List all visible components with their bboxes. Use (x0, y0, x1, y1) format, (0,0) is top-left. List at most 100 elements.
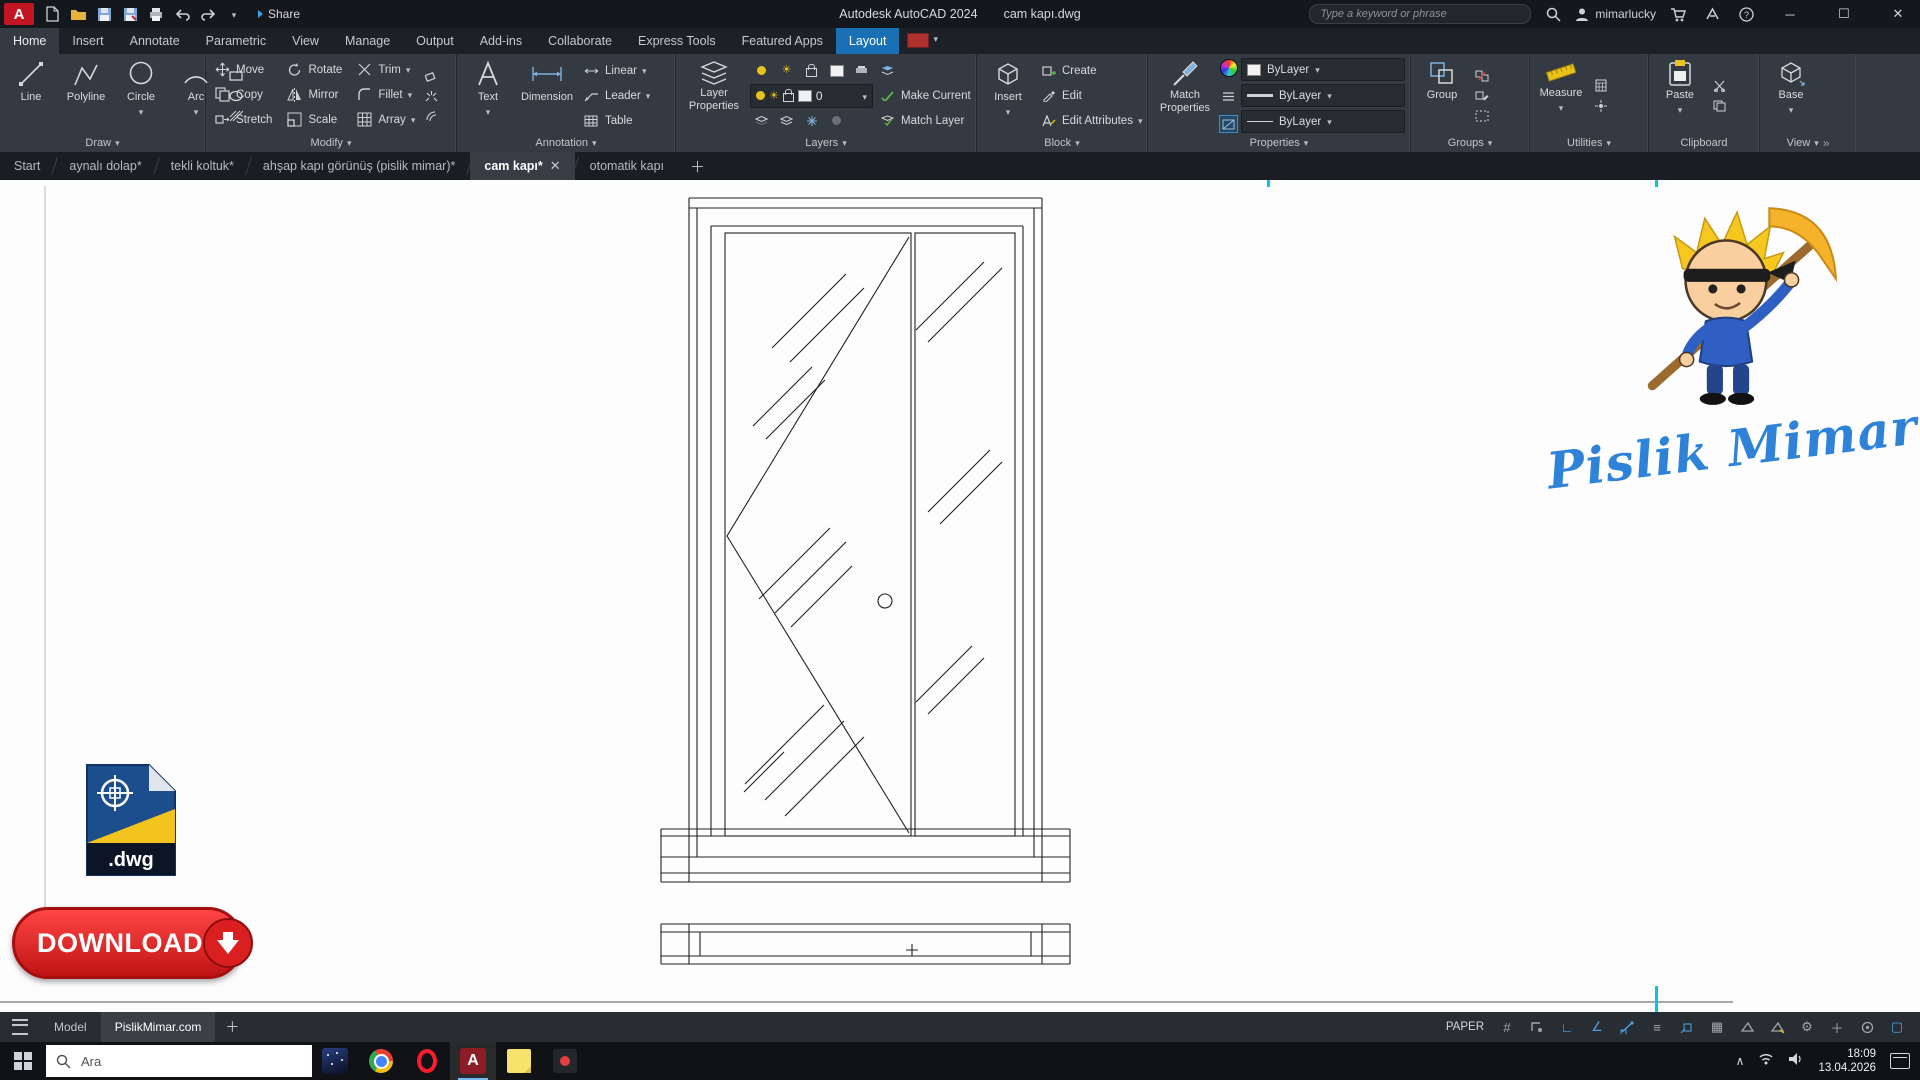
panel-label-block[interactable]: Block (977, 134, 1147, 152)
polyline-button[interactable]: Polyline (60, 57, 112, 134)
linear-button[interactable]: Linear (580, 58, 653, 83)
ribbon-tab-parametric[interactable]: Parametric (193, 28, 279, 54)
ribbon-tab-collaborate[interactable]: Collaborate (535, 28, 625, 54)
layer-color-icon[interactable] (828, 63, 845, 79)
circle-dropdown-caret[interactable] (139, 106, 144, 119)
cut-icon[interactable] (1711, 78, 1728, 94)
layer-unisolate-icon[interactable] (778, 113, 795, 129)
offset-tool-icon[interactable] (423, 108, 440, 124)
dimension-button[interactable]: Dimension (517, 57, 577, 134)
redo-icon[interactable] (196, 3, 220, 25)
autocad-app-logo-icon[interactable]: A (4, 3, 34, 25)
insert-button[interactable]: Insert (982, 57, 1034, 134)
match-properties-button[interactable]: Match Properties (1153, 57, 1217, 134)
workspace-gear-icon[interactable]: ⚙ (1798, 1018, 1816, 1036)
create-block-button[interactable]: Create (1037, 58, 1146, 83)
qat-dropdown-caret-icon[interactable] (222, 3, 246, 25)
panel-label-utilities[interactable]: Utilities (1530, 134, 1648, 152)
quick-calc-icon[interactable] (1592, 78, 1609, 94)
ribbon-tab-manage[interactable]: Manage (332, 28, 403, 54)
ribbon-tab-express-tools[interactable]: Express Tools (625, 28, 729, 54)
autodesk-access-icon[interactable] (1700, 3, 1724, 25)
rotate-button[interactable]: Rotate (283, 57, 345, 82)
file-tab-otomatik-kapi[interactable]: otomatik kapı (576, 152, 678, 180)
line-button[interactable]: Line (5, 57, 57, 134)
maximize-button[interactable]: ☐ (1822, 0, 1866, 28)
color-dropdown[interactable]: ByLayer (1241, 58, 1405, 81)
explode-tool-icon[interactable] (423, 88, 440, 104)
clean-screen-icon[interactable]: ▢ (1888, 1018, 1906, 1036)
snap-icon[interactable] (1528, 1018, 1546, 1036)
copy-clip-icon[interactable] (1711, 98, 1728, 114)
linetype-dropdown[interactable]: ByLayer (1241, 110, 1405, 133)
layer-freeze-all-icon[interactable] (803, 113, 820, 129)
save-icon[interactable] (92, 3, 116, 25)
ribbon-minimize-caret-icon[interactable] (933, 29, 938, 47)
move-button[interactable]: Move (211, 57, 275, 82)
ribbon-tab-layout[interactable]: Layout (836, 28, 900, 54)
file-tab-aynali-dolap[interactable]: aynalı dolap* (55, 152, 155, 180)
taskbar-search-input[interactable] (79, 1053, 283, 1070)
circle-button[interactable]: Circle (115, 57, 167, 134)
properties-list-icon[interactable] (1220, 89, 1237, 105)
panel-label-layers[interactable]: Layers (676, 134, 976, 152)
grid-icon[interactable]: # (1498, 1018, 1516, 1036)
panel-label-clipboard[interactable]: Clipboard (1649, 134, 1759, 152)
color-wheel-icon[interactable] (1220, 59, 1238, 77)
open-folder-icon[interactable] (66, 3, 90, 25)
edit-attributes-button[interactable]: Edit Attributes (1037, 108, 1146, 133)
autoscale-icon[interactable] (1768, 1018, 1786, 1036)
annotation-plus-icon[interactable]: ＋ (1828, 1018, 1846, 1036)
panel-label-modify[interactable]: Modify (206, 134, 456, 152)
keyword-search-input[interactable] (1309, 4, 1531, 24)
save-as-icon[interactable] (118, 3, 142, 25)
stretch-button[interactable]: Stretch (211, 107, 275, 132)
id-point-icon[interactable] (1592, 98, 1609, 114)
layer-freeze-icon[interactable]: ☀ (778, 63, 795, 79)
account-button[interactable]: mimarlucky (1575, 7, 1656, 21)
layer-off-icon[interactable] (753, 63, 770, 79)
polar-tracking-icon[interactable]: ∠ (1588, 1018, 1606, 1036)
ribbon-tab-add-ins[interactable]: Add-ins (467, 28, 535, 54)
ribbon-tab-featured-apps[interactable]: Featured Apps (729, 28, 836, 54)
layer-walk-button[interactable] (876, 58, 974, 83)
isolate-objects-icon[interactable] (1858, 1018, 1876, 1036)
volume-icon[interactable] (1788, 1052, 1804, 1071)
scale-button[interactable]: Scale (283, 107, 345, 132)
drawing-canvas[interactable]: Pislik Mimar .dwg DOWNLOAD (0, 180, 1920, 1012)
photo-window-button[interactable] (312, 1042, 358, 1080)
mirror-button[interactable]: Mirror (283, 82, 345, 107)
undo-icon[interactable] (170, 3, 194, 25)
ribbon-tab-view[interactable]: View (279, 28, 332, 54)
erase-tool-icon[interactable] (423, 68, 440, 84)
panel-label-properties[interactable]: Properties (1148, 134, 1410, 152)
fillet-button[interactable]: Fillet (353, 82, 418, 107)
layer-select-combo[interactable]: ☀ 0 (750, 84, 873, 108)
leader-button[interactable]: Leader (580, 83, 653, 108)
group-selection-icon[interactable] (1473, 108, 1490, 124)
action-center-icon[interactable] (1890, 1053, 1910, 1069)
layer-properties-button[interactable]: Layer Properties (681, 57, 747, 134)
file-tab-start[interactable]: Start (0, 152, 54, 180)
copy-button[interactable]: Copy (211, 82, 275, 107)
paste-button[interactable]: Paste (1654, 57, 1706, 134)
ribbon-tab-insert[interactable]: Insert (59, 28, 116, 54)
media-app-button[interactable] (542, 1042, 588, 1080)
lineweight-dropdown[interactable]: ByLayer (1241, 84, 1405, 107)
new-tab-button[interactable]: ＋ (678, 152, 717, 180)
autocad-taskbar-button[interactable]: A (450, 1042, 496, 1080)
layer-isolate-icon[interactable] (753, 113, 770, 129)
measure-button[interactable]: Measure (1535, 57, 1587, 134)
selection-cycling-icon[interactable]: ▦ (1708, 1018, 1726, 1036)
table-button[interactable]: Table (580, 108, 653, 133)
taskbar-search[interactable] (46, 1045, 312, 1077)
layout-color-swatch[interactable] (907, 33, 929, 48)
osnap-icon[interactable] (1618, 1018, 1636, 1036)
ribbon-tab-home[interactable]: Home (0, 28, 59, 54)
group-button[interactable]: Group (1416, 57, 1468, 134)
ribbon-tab-annotate[interactable]: Annotate (117, 28, 193, 54)
base-button[interactable]: Base (1765, 57, 1817, 134)
text-button[interactable]: Text (462, 57, 514, 134)
group-edit-icon[interactable] (1473, 88, 1490, 104)
start-button[interactable] (0, 1042, 46, 1080)
